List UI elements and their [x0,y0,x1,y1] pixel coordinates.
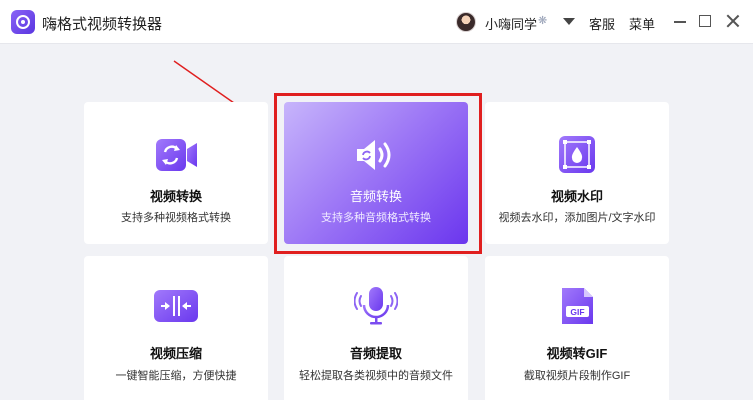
user-badge-icon: ❋ [538,15,548,27]
card-video-to-gif[interactable]: GIF 视频转GIF 截取视频片段制作GIF [485,256,669,400]
title-bar: 嗨格式视频转换器 小嗨同学 ❋ 客服 菜单 [0,0,753,44]
username[interactable]: 小嗨同学 [485,14,537,33]
card-video-compress[interactable]: 视频压缩 一键智能压缩，方便快捷 [84,256,268,400]
card-description: 视频去水印，添加图片/文字水印 [498,212,656,224]
card-title: 视频转GIF [546,346,608,361]
close-icon[interactable] [724,12,742,30]
card-audio-extract[interactable]: 音频提取 轻松提取各类视频中的音频文件 [284,256,468,400]
highlight-box [274,93,482,254]
menu-button[interactable]: 菜单 [629,14,655,33]
user-dropdown-icon[interactable] [563,18,575,25]
card-title: 音频提取 [349,346,402,361]
video-watermark-icon [555,135,599,175]
card-title: 视频转换 [149,189,202,204]
svg-text:GIF: GIF [570,307,584,317]
video-to-gif-icon: GIF [555,286,599,326]
card-video-convert[interactable]: 视频转换 支持多种视频格式转换 [84,102,268,244]
video-convert-icon [154,135,198,175]
minimize-icon[interactable] [674,21,686,23]
card-description: 支持多种视频格式转换 [121,212,231,224]
video-compress-icon [154,286,198,326]
app-title: 嗨格式视频转换器 [42,16,163,33]
card-title: 视频压缩 [149,346,202,361]
card-video-watermark[interactable]: 视频水印 视频去水印，添加图片/文字水印 [485,102,669,244]
maximize-icon[interactable] [699,15,711,27]
card-description: 截取视频片段制作GIF [523,370,631,382]
card-description: 一键智能压缩，方便快捷 [115,370,237,382]
app-logo-icon [11,10,35,34]
card-title: 视频水印 [550,189,603,204]
card-description: 轻松提取各类视频中的音频文件 [299,370,453,382]
support-button[interactable]: 客服 [589,14,615,33]
audio-extract-icon [353,286,399,326]
user-avatar[interactable] [456,12,476,32]
